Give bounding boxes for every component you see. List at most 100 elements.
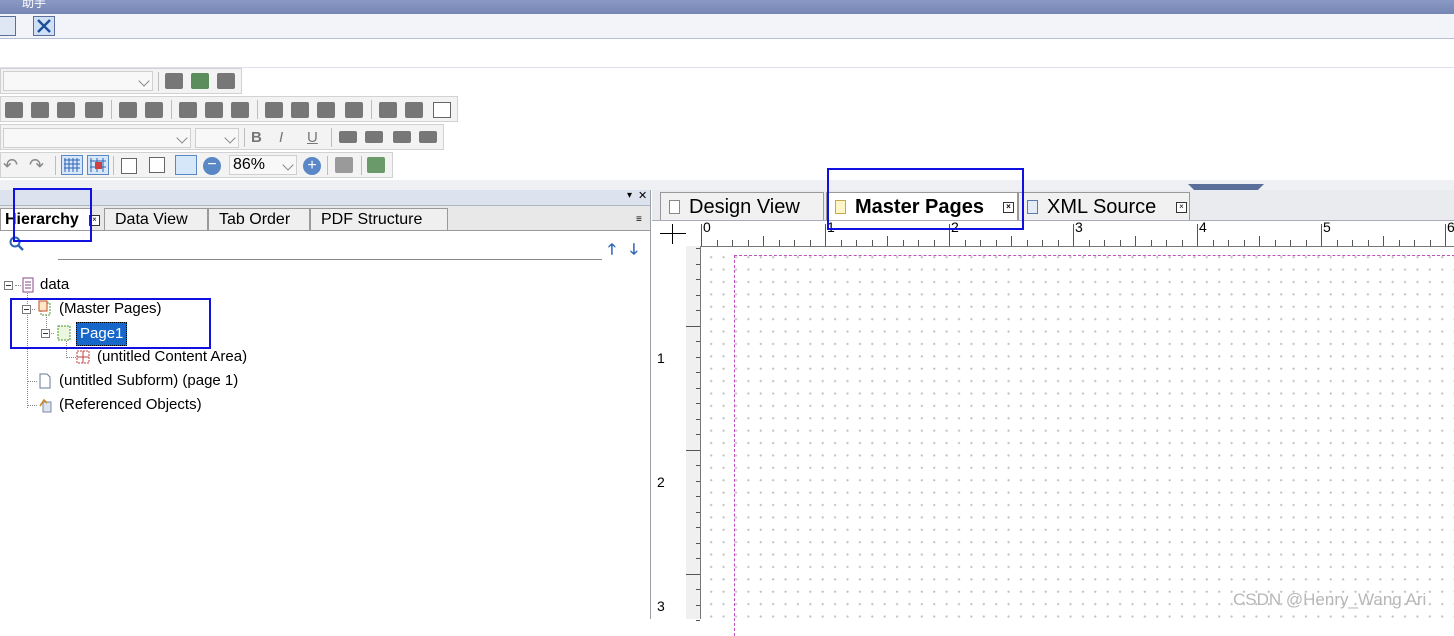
tab-close-icon[interactable]: ×: [1176, 202, 1187, 213]
ruler-tick: [747, 240, 749, 246]
preview-icon[interactable]: [335, 157, 353, 173]
bold-icon[interactable]: B: [251, 129, 269, 146]
ruler-tick: [1057, 240, 1059, 246]
ruler-label: 5: [1323, 219, 1331, 235]
move-up-icon[interactable]: 🡑: [608, 239, 616, 264]
page-border-icon[interactable]: [121, 158, 137, 174]
bring-front-icon[interactable]: [317, 102, 335, 118]
ruler-tick: [1383, 236, 1384, 246]
font-size-combo[interactable]: [195, 128, 239, 148]
align-bottom-icon[interactable]: [85, 102, 103, 118]
ruler-tick: [696, 387, 700, 389]
save-icon[interactable]: [0, 16, 16, 36]
redo-icon[interactable]: ↷: [29, 156, 47, 174]
vertical-ruler: [686, 246, 701, 621]
text-justify-icon[interactable]: [419, 131, 437, 143]
text-align-left-icon[interactable]: [339, 131, 357, 143]
ruler-tick: [1026, 240, 1028, 246]
ruler-tick: [856, 240, 857, 246]
palette-close-icon[interactable]: ✕: [638, 189, 647, 202]
ruler-tick: [995, 240, 997, 246]
text-align-right-icon[interactable]: [393, 131, 411, 143]
move-down-icon[interactable]: 🡓: [630, 239, 638, 264]
new-icon[interactable]: [165, 73, 183, 89]
tab-pdf-structure[interactable]: PDF Structure: [310, 208, 448, 230]
snap-grid-icon[interactable]: [87, 155, 109, 175]
ruler-tick: [763, 236, 764, 246]
add-page-icon[interactable]: [191, 73, 209, 89]
ruler-tick: [696, 527, 700, 528]
ruler-tick: [1104, 240, 1105, 246]
page-canvas[interactable]: [701, 247, 1454, 636]
ruler-tick: [1011, 236, 1012, 246]
zoom-combo[interactable]: 86%: [229, 155, 297, 175]
window-title: 助手: [22, 0, 47, 10]
palette-options-icon[interactable]: ≡: [636, 214, 642, 225]
ruler-tick: [1352, 240, 1353, 246]
subform-icon: [39, 373, 51, 389]
ruler-tick: [696, 480, 700, 482]
text-align-center-icon[interactable]: [365, 131, 383, 143]
ruler-tick: [1336, 240, 1338, 246]
ruler-tick: [809, 240, 811, 246]
ruler-tick: [686, 449, 700, 451]
ruler-tick: [1088, 240, 1090, 246]
ruler-tick: [1367, 240, 1369, 246]
ruler-tick: [1305, 240, 1307, 246]
send-back-icon[interactable]: [345, 102, 363, 118]
group-icon[interactable]: [265, 102, 283, 118]
center-h-icon[interactable]: [119, 102, 137, 118]
content-area-boundary: [734, 255, 1454, 636]
zoom-out-icon[interactable]: −: [203, 157, 221, 175]
ruler-label: 3: [657, 598, 665, 614]
zoom-in-icon[interactable]: +: [303, 157, 321, 175]
fit-width-icon[interactable]: [175, 155, 197, 175]
grid-toggle-icon[interactable]: [61, 155, 83, 175]
same-size-icon[interactable]: [433, 102, 451, 118]
ruler-tick: [1445, 224, 1446, 246]
ruler-tick: [918, 240, 919, 246]
xml-icon: [1027, 200, 1038, 214]
ruler-tick: [1150, 240, 1152, 246]
align-right-icon[interactable]: [31, 102, 49, 118]
tab-xml-source[interactable]: XML Source ×: [1018, 192, 1190, 220]
ruler-label: 1: [657, 350, 665, 366]
ruler-tick: [871, 240, 873, 246]
undo-icon[interactable]: ↶: [3, 156, 21, 174]
ruler-tick: [1259, 236, 1260, 246]
italic-icon[interactable]: I: [279, 129, 297, 146]
collapse-icon[interactable]: [4, 281, 13, 290]
underline-icon[interactable]: U: [307, 129, 325, 146]
object-combo[interactable]: [3, 71, 153, 91]
ruler-tick: [696, 465, 700, 466]
tab-design-view[interactable]: Design View: [660, 192, 824, 220]
same-height-icon[interactable]: [405, 102, 423, 118]
lock-icon[interactable]: [217, 73, 235, 89]
ruler-tick: [1414, 240, 1415, 246]
tab-pdf-structure-label: PDF Structure: [321, 211, 423, 228]
spell-check-icon[interactable]: [367, 157, 385, 173]
ruler-tick: [964, 240, 966, 246]
content-area-icon: [76, 350, 90, 364]
center-v-icon[interactable]: [145, 102, 163, 118]
highlight-box: [13, 188, 92, 242]
align-left-icon[interactable]: [5, 102, 23, 118]
ungroup-icon[interactable]: [291, 102, 309, 118]
palette-menu-icon[interactable]: ▾: [627, 190, 632, 201]
same-width-icon[interactable]: [379, 102, 397, 118]
font-family-combo[interactable]: [3, 128, 191, 148]
tab-tab-order[interactable]: Tab Order: [208, 208, 310, 230]
ruler-tick: [696, 620, 700, 621]
ruler-tick: [696, 263, 700, 265]
distribute-icon[interactable]: [231, 102, 249, 118]
search-input[interactable]: [58, 237, 602, 260]
align-top-icon[interactable]: [57, 102, 75, 118]
ruler-tick: [794, 240, 795, 246]
fit-height-icon[interactable]: [149, 157, 165, 173]
tab-data-view[interactable]: Data View: [104, 208, 208, 230]
close-doc-icon[interactable]: [33, 16, 55, 36]
editor-tabs: Design View Master Pages × XML Source ×: [652, 190, 1454, 221]
distribute-v-icon[interactable]: [205, 102, 223, 118]
distribute-h-icon[interactable]: [179, 102, 197, 118]
tree-node-label: (untitled Content Area): [97, 348, 248, 365]
